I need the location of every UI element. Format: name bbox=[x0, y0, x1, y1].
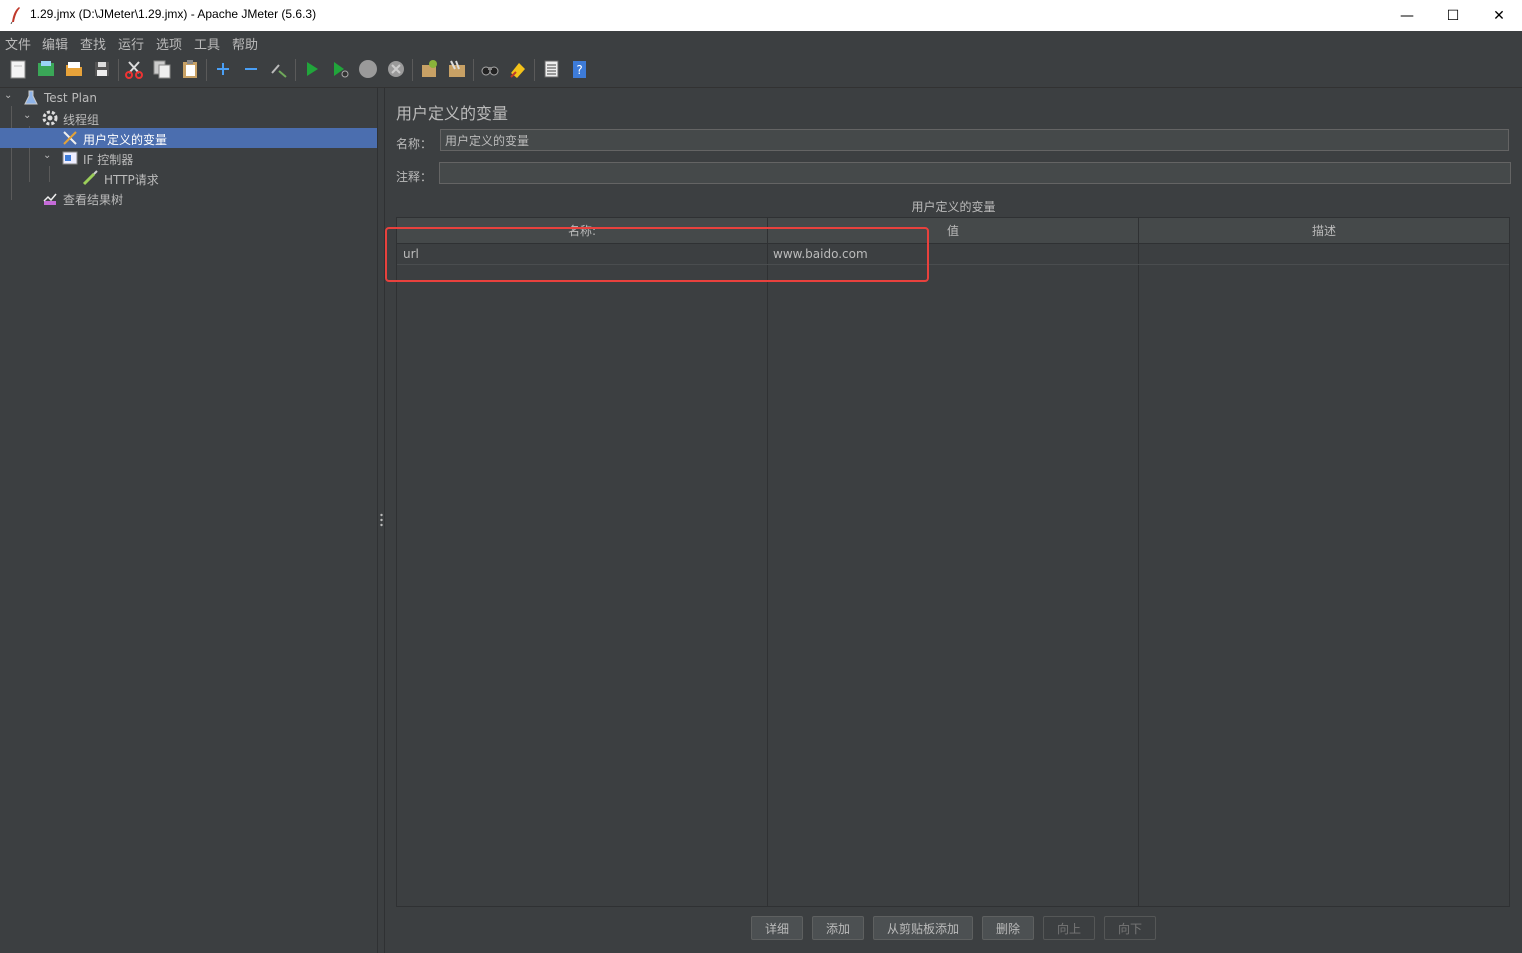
menu-file[interactable]: 文件 bbox=[5, 34, 31, 53]
menu-search[interactable]: 查找 bbox=[80, 34, 106, 53]
menu-options[interactable]: 选项 bbox=[156, 34, 182, 53]
copy-icon[interactable] bbox=[151, 58, 173, 80]
tree-item-test-plan[interactable]: ⌄ Test Plan bbox=[0, 88, 377, 108]
comment-input[interactable] bbox=[439, 162, 1511, 184]
variables-table: 名称: 值 描述 url www.baido.com bbox=[396, 217, 1510, 907]
flask-icon bbox=[24, 90, 38, 105]
tree-item-label: 用户定义的变量 bbox=[83, 133, 168, 147]
tree-item-user-defined-variables[interactable]: 用户定义的变量 bbox=[0, 128, 377, 148]
title-bar: 1.29.jmx (D:\JMeter\1.29.jmx) - Apache J… bbox=[0, 0, 1522, 31]
user-defined-variables-panel: 用户定义的变量 名称： 注释： 用户定义的变量 名称: 值 描述 url www… bbox=[385, 88, 1522, 953]
stop-icon[interactable] bbox=[357, 58, 379, 80]
jmeter-feather-icon bbox=[10, 7, 20, 24]
new-icon[interactable] bbox=[7, 58, 29, 80]
tree-item-if-controller[interactable]: ⌄ IF 控制器 bbox=[0, 148, 377, 168]
toggle-icon[interactable] bbox=[268, 58, 290, 80]
minimize-button[interactable]: — bbox=[1384, 0, 1430, 31]
tree-item-label: 线程组 bbox=[63, 113, 100, 127]
shutdown-icon[interactable] bbox=[385, 58, 407, 80]
add-from-clipboard-button[interactable]: 从剪贴板添加 bbox=[873, 916, 973, 940]
expand-icon[interactable] bbox=[212, 58, 234, 80]
clear-icon[interactable] bbox=[418, 58, 440, 80]
add-button[interactable]: 添加 bbox=[812, 916, 864, 940]
test-plan-tree: ⌄ Test Plan ⌄ 线程组 用户定义的变量 ⌄ IF 控制器 HTTP请… bbox=[0, 88, 377, 953]
toolbar: ? bbox=[0, 53, 1522, 88]
paste-icon[interactable] bbox=[179, 58, 201, 80]
tree-item-http-request[interactable]: HTTP请求 bbox=[0, 168, 377, 188]
chart-icon bbox=[43, 193, 57, 205]
tree-item-label: HTTP请求 bbox=[104, 173, 159, 187]
comment-label: 注释： bbox=[396, 170, 433, 184]
detail-button[interactable]: 详细 bbox=[751, 916, 803, 940]
menu-tools[interactable]: 工具 bbox=[194, 34, 220, 53]
chevron-down-icon[interactable]: ⌄ bbox=[4, 90, 16, 102]
minimize-icon: — bbox=[1400, 7, 1414, 24]
splitter-handle-icon bbox=[380, 513, 383, 527]
save-icon[interactable] bbox=[91, 58, 113, 80]
window-title: 1.29.jmx (D:\JMeter\1.29.jmx) - Apache J… bbox=[30, 7, 317, 21]
tree-item-label: IF 控制器 bbox=[83, 153, 134, 167]
panel-splitter[interactable] bbox=[377, 88, 385, 953]
templates-icon[interactable] bbox=[35, 58, 57, 80]
menu-help[interactable]: 帮助 bbox=[232, 34, 258, 53]
help-icon[interactable]: ? bbox=[568, 58, 590, 80]
page-title: 用户定义的变量 bbox=[396, 104, 509, 123]
tree-item-view-results-tree[interactable]: 查看结果树 bbox=[0, 188, 377, 208]
delete-button[interactable]: 删除 bbox=[982, 916, 1034, 940]
function-helper-icon[interactable] bbox=[540, 58, 562, 80]
reset-search-icon[interactable] bbox=[507, 58, 529, 80]
tree-item-thread-group[interactable]: ⌄ 线程组 bbox=[0, 108, 377, 128]
collapse-icon[interactable] bbox=[240, 58, 262, 80]
clear-all-icon[interactable] bbox=[446, 58, 468, 80]
name-label: 名称： bbox=[396, 137, 433, 151]
move-up-button[interactable]: 向上 bbox=[1043, 916, 1095, 940]
if-controller-icon bbox=[62, 151, 78, 165]
highlight-box bbox=[385, 227, 929, 282]
gear-icon bbox=[42, 110, 58, 126]
menu-bar: 文件 编辑 查找 运行 选项 工具 帮助 bbox=[0, 31, 1522, 53]
cut-icon[interactable] bbox=[123, 58, 145, 80]
close-button[interactable]: ✕ bbox=[1476, 0, 1522, 31]
search-icon[interactable] bbox=[479, 58, 501, 80]
start-icon[interactable] bbox=[301, 58, 323, 80]
svg-text:?: ? bbox=[576, 63, 582, 77]
variables-section-title: 用户定义的变量 bbox=[911, 200, 996, 214]
chevron-down-icon[interactable]: ⌄ bbox=[23, 110, 35, 122]
move-down-button[interactable]: 向下 bbox=[1104, 916, 1156, 940]
name-input[interactable] bbox=[440, 129, 1509, 151]
menu-run[interactable]: 运行 bbox=[118, 34, 144, 53]
menu-edit[interactable]: 编辑 bbox=[42, 34, 68, 53]
pipette-icon bbox=[82, 170, 98, 186]
column-header-description[interactable]: 描述 bbox=[1139, 218, 1509, 243]
maximize-icon: ☐ bbox=[1446, 7, 1460, 24]
maximize-button[interactable]: ☐ bbox=[1430, 0, 1476, 31]
open-icon[interactable] bbox=[63, 58, 85, 80]
tree-item-label: 查看结果树 bbox=[63, 193, 124, 207]
wrench-icon bbox=[63, 131, 77, 145]
close-icon: ✕ bbox=[1493, 7, 1505, 24]
chevron-down-icon[interactable]: ⌄ bbox=[43, 150, 55, 162]
tree-item-label: Test Plan bbox=[44, 91, 97, 105]
start-no-pause-icon[interactable] bbox=[329, 58, 351, 80]
